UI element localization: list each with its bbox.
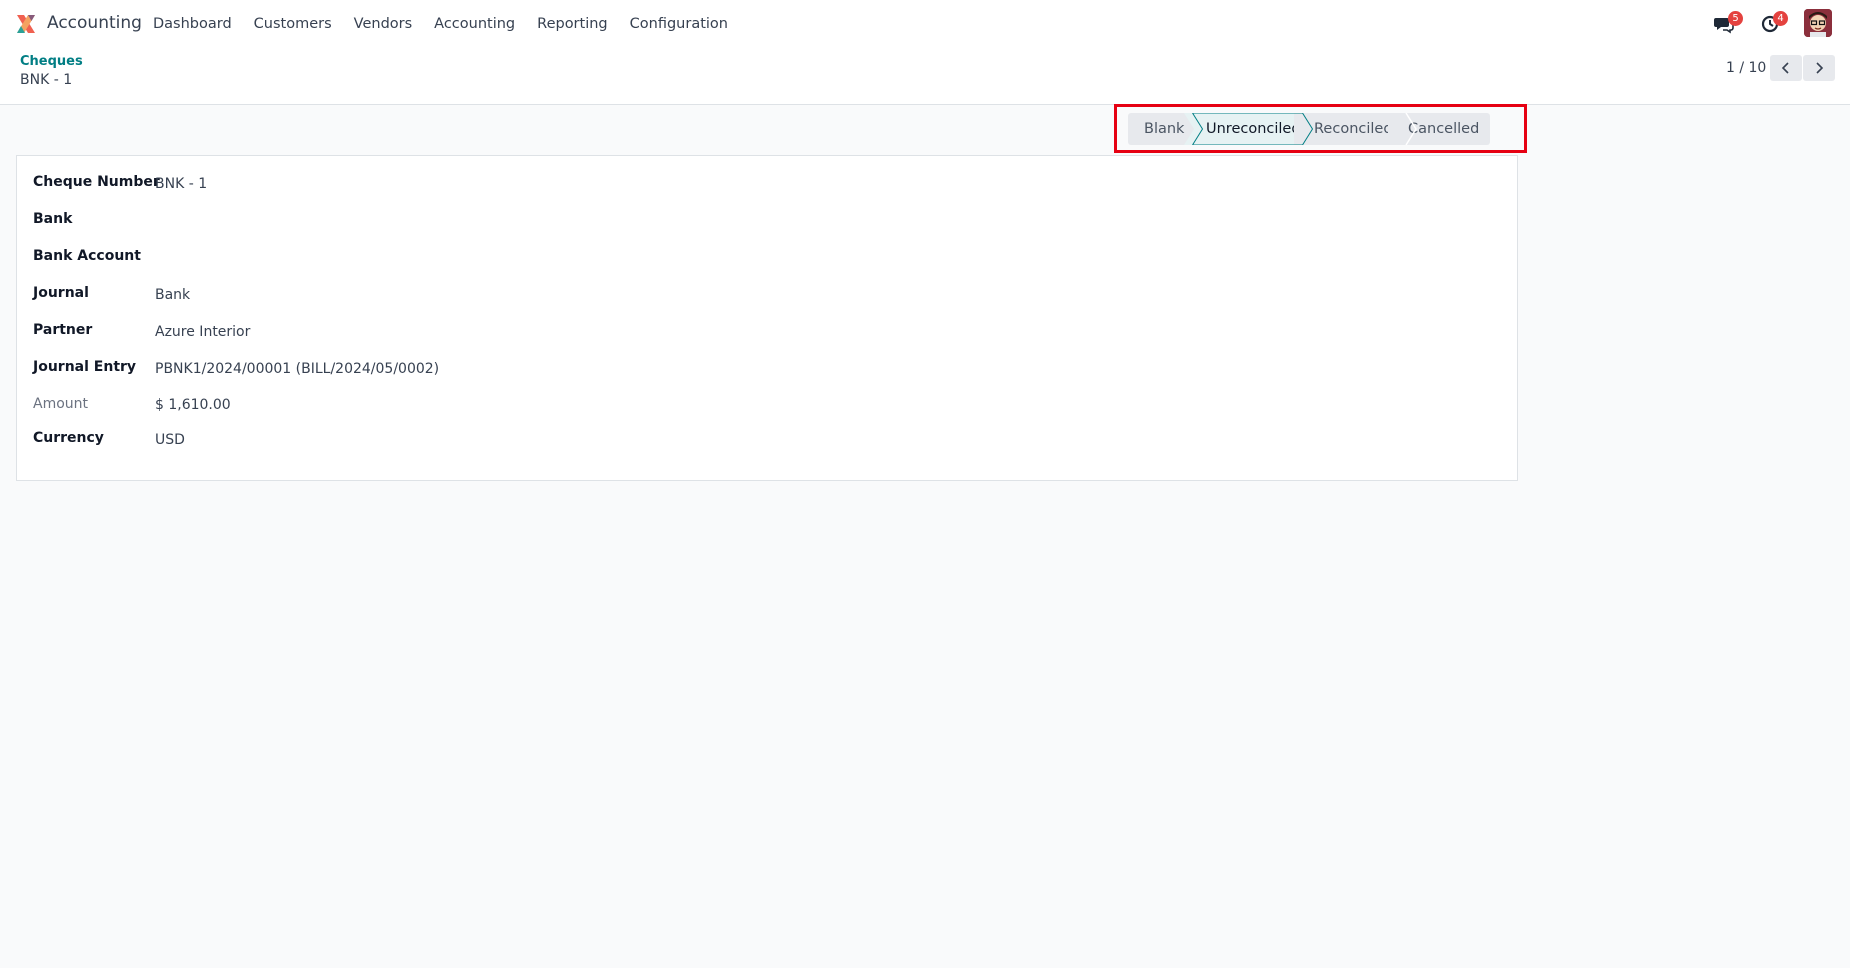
- app-name[interactable]: Accounting: [47, 13, 142, 33]
- menu-item-configuration[interactable]: Configuration: [619, 0, 739, 48]
- form-sheet: Cheque Number BNK - 1 Bank Bank Account …: [16, 155, 1518, 481]
- bank-label: Bank: [33, 211, 73, 227]
- partner-value[interactable]: Azure Interior: [155, 324, 250, 340]
- pager-previous-button[interactable]: [1770, 55, 1802, 81]
- currency-value[interactable]: USD: [155, 432, 185, 448]
- breadcrumb-current-record: BNK - 1: [20, 72, 73, 88]
- activities-count-badge: 4: [1773, 11, 1788, 26]
- chevron-right-icon: [1816, 62, 1824, 74]
- menu-item-vendors[interactable]: Vendors: [343, 0, 424, 48]
- breadcrumb-cheques-link[interactable]: Cheques: [20, 54, 83, 69]
- control-panel: Cheques BNK - 1 1 / 10: [0, 48, 1850, 105]
- cheque-number-label: Cheque Number: [33, 174, 160, 190]
- menu-item-dashboard[interactable]: Dashboard: [142, 0, 243, 48]
- bank-account-label: Bank Account: [33, 248, 141, 264]
- partner-label: Partner: [33, 322, 93, 338]
- journal-entry-label: Journal Entry: [33, 359, 137, 375]
- menu-item-accounting[interactable]: Accounting: [423, 0, 526, 48]
- top-navbar: Accounting Dashboard Customers Vendors A…: [0, 0, 1850, 48]
- amount-value: $ 1,610.00: [155, 397, 231, 413]
- cheque-number-value[interactable]: BNK - 1: [155, 176, 207, 192]
- chevron-left-icon: [1781, 62, 1789, 74]
- main-menu: Dashboard Customers Vendors Accounting R…: [142, 0, 739, 48]
- journal-entry-value[interactable]: PBNK1/2024/00001 (BILL/2024/05/0002): [155, 361, 439, 377]
- currency-label: Currency: [33, 430, 104, 446]
- pager-next-button[interactable]: [1803, 55, 1835, 81]
- user-avatar-icon: [1804, 9, 1832, 37]
- status-bar-separators: [1192, 113, 1417, 145]
- menu-item-reporting[interactable]: Reporting: [526, 0, 619, 48]
- amount-label: Amount: [33, 396, 89, 412]
- journal-label: Journal: [33, 285, 89, 301]
- accounting-app-logo-icon[interactable]: [14, 12, 38, 36]
- menu-item-customers[interactable]: Customers: [243, 0, 343, 48]
- messages-count-badge: 5: [1728, 11, 1743, 26]
- journal-value[interactable]: Bank: [155, 287, 190, 303]
- pager-value[interactable]: 1 / 10: [1726, 60, 1766, 76]
- user-avatar[interactable]: [1804, 9, 1832, 37]
